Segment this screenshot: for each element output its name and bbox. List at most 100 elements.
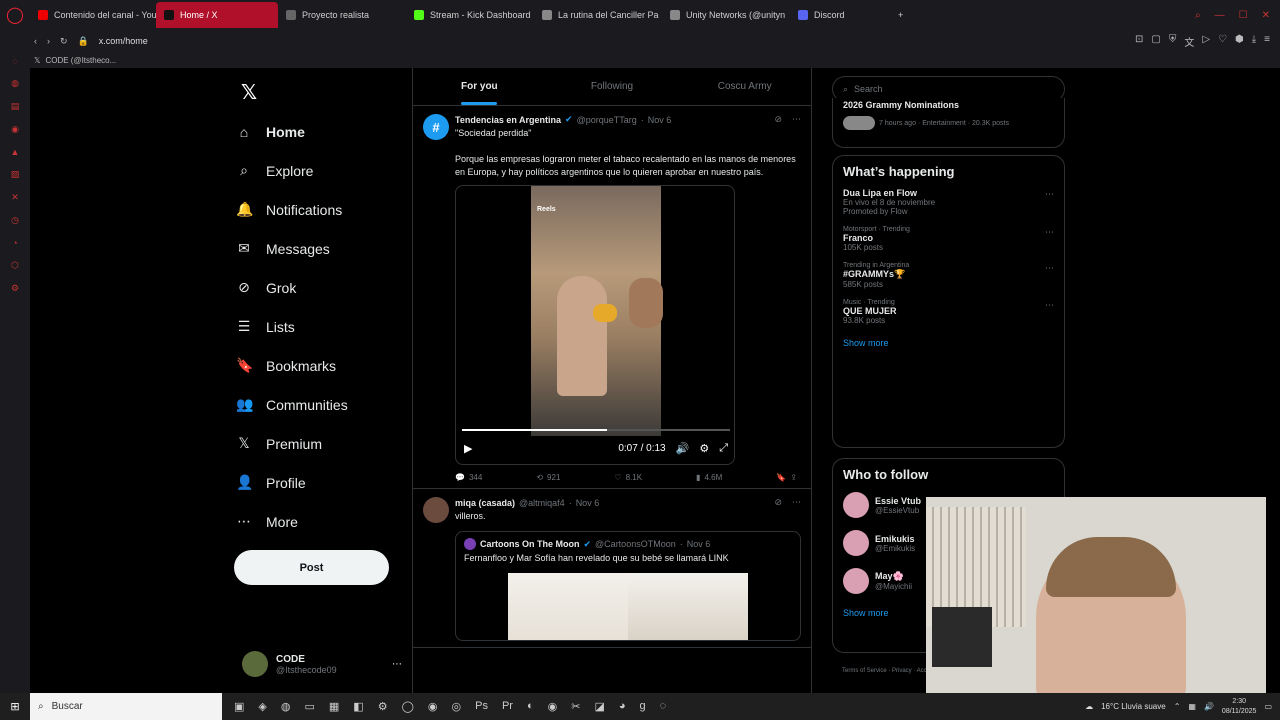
- file-explorer-icon[interactable]: ▭: [304, 700, 314, 713]
- sidebar-messenger-icon[interactable]: ◍: [11, 78, 19, 89]
- maximize-icon[interactable]: ☐: [1239, 10, 1248, 21]
- task-view-icon[interactable]: ▣: [234, 700, 244, 713]
- nav-item-grok[interactable]: ⊘ Grok: [236, 268, 416, 307]
- more-dots-icon[interactable]: ⋯: [792, 497, 801, 508]
- nav-item-premium[interactable]: 𝕏 Premium: [236, 424, 416, 463]
- tweet-author-name[interactable]: miqa (casada): [455, 498, 515, 508]
- fullscreen-icon[interactable]: ⤢: [719, 442, 728, 455]
- sidebar-kick-icon[interactable]: ▲: [11, 147, 20, 157]
- app2-icon[interactable]: ◌: [660, 700, 667, 713]
- share-icon[interactable]: ⇪: [790, 473, 797, 482]
- discord-icon[interactable]: ◕: [619, 700, 626, 713]
- new-tab-icon[interactable]: +: [890, 2, 911, 28]
- chevron-up-icon[interactable]: ⌃: [1174, 702, 1181, 711]
- volume-icon[interactable]: 🔊: [1204, 702, 1214, 711]
- browser-tab[interactable]: La rutina del Canciller Pa: [534, 2, 662, 28]
- account-switcher[interactable]: CODE @Itsthecode09 ⋯: [242, 651, 402, 677]
- heart-icon[interactable]: ♡: [1218, 34, 1227, 49]
- extension-icon[interactable]: ⬢: [1235, 34, 1244, 49]
- play-icon[interactable]: ▷: [1202, 34, 1210, 49]
- tweet-author-handle[interactable]: @altmiqaf4: [519, 498, 565, 508]
- volume-icon[interactable]: 🔊: [676, 442, 690, 455]
- close-icon[interactable]: ✕: [1262, 10, 1270, 21]
- sidebar-settings-icon[interactable]: ⚙: [11, 283, 19, 294]
- opera-icon[interactable]: ◯: [402, 700, 414, 713]
- browser-tab[interactable]: Discord: [790, 2, 890, 28]
- tweet-author-handle[interactable]: @porqueTTarg: [577, 115, 637, 125]
- sidebar-flow-icon[interactable]: ◌: [12, 56, 17, 66]
- capcut-icon[interactable]: ✂: [571, 700, 580, 713]
- browser-tab[interactable]: Stream - Kick Dashboard: [406, 2, 534, 28]
- browser-tab[interactable]: Proyecto realista: [278, 2, 406, 28]
- nav-item-bookmarks[interactable]: 🔖 Bookmarks: [236, 346, 416, 385]
- nav-item-more[interactable]: ⋯ More: [236, 502, 416, 541]
- g-app-icon[interactable]: g: [640, 700, 646, 713]
- tweet[interactable]: miqa (casada) @altmiqaf4 · Nov 6 ⊘ ⋯ vil…: [413, 489, 811, 648]
- grok-icon[interactable]: ⊘: [774, 114, 782, 125]
- video-progress-bar[interactable]: [462, 429, 730, 431]
- premiere-icon[interactable]: Pr: [502, 700, 513, 713]
- tweet-date[interactable]: Nov 6: [648, 115, 672, 125]
- opera-gx-logo-icon[interactable]: ◯: [0, 0, 30, 30]
- bookmark-page-icon[interactable]: ⊡: [1135, 34, 1143, 49]
- shield-icon[interactable]: ⛨: [1169, 34, 1177, 49]
- settings-icon[interactable]: ⚙: [378, 700, 388, 713]
- nav-item-explore[interactable]: ⌕ Explore: [236, 151, 416, 190]
- tweet[interactable]: # Tendencias en Argentina ✔ @porqueTTarg…: [413, 106, 811, 489]
- weather-text[interactable]: 16°C Lluvia suave: [1101, 702, 1166, 711]
- more-dots-icon[interactable]: ⋯: [1045, 227, 1054, 238]
- back-icon[interactable]: ‹: [34, 36, 37, 46]
- sidebar-discord-icon[interactable]: ◉: [11, 124, 19, 135]
- photoshop-icon[interactable]: Ps: [475, 700, 488, 713]
- nav-item-profile[interactable]: 👤 Profile: [236, 463, 416, 502]
- play-icon[interactable]: ▶: [464, 442, 472, 455]
- post-button[interactable]: Post: [234, 550, 389, 585]
- views-button[interactable]: ▮ 4.6M: [696, 473, 722, 482]
- nav-item-home[interactable]: ⌂ Home: [236, 112, 416, 151]
- sidebar-x-icon[interactable]: ✕: [11, 192, 19, 203]
- bookmark-icon[interactable]: 🔖: [776, 473, 786, 482]
- reload-icon[interactable]: ↻: [60, 36, 68, 47]
- tab-for-you[interactable]: For you: [413, 68, 546, 105]
- trend-item[interactable]: Motorsport · Trending Franco 105K posts ⋯: [833, 221, 1064, 257]
- quoted-tweet[interactable]: Cartoons On The Moon ✔ @CartoonsOTMoon ·…: [455, 531, 801, 641]
- forward-icon[interactable]: ›: [47, 36, 50, 46]
- edge-icon[interactable]: ◍: [281, 700, 291, 713]
- url-field[interactable]: x.com/home: [99, 36, 148, 46]
- nav-item-messages[interactable]: ✉ Messages: [236, 229, 416, 268]
- grok-icon[interactable]: ⊘: [774, 497, 782, 508]
- show-more-link[interactable]: Show more: [833, 330, 1064, 356]
- repost-button[interactable]: ⟲ 921: [536, 473, 560, 482]
- video-player[interactable]: Reels ▶ 0:07 / 0:13 🔊 ⚙ ⤢: [455, 185, 735, 465]
- trend-item[interactable]: Music · Trending QUE MUJER 93.8K posts ⋯: [833, 294, 1064, 330]
- sidebar-clock-icon[interactable]: ◔: [12, 238, 17, 248]
- sidebar-history-icon[interactable]: ◷: [11, 215, 19, 226]
- x-logo-icon[interactable]: 𝕏: [241, 80, 257, 105]
- clock[interactable]: 2:30 08/11/2025: [1222, 697, 1257, 717]
- pinned-page-tab[interactable]: 𝕏 CODE (@Itstheco...: [0, 52, 1280, 68]
- more-dots-icon[interactable]: ⋯: [1045, 189, 1054, 200]
- obs-icon[interactable]: ◎: [452, 700, 462, 713]
- like-button[interactable]: ♡ 8.1K: [614, 473, 642, 482]
- copilot-icon[interactable]: ◈: [258, 700, 266, 713]
- avatar[interactable]: [423, 497, 449, 523]
- browser-tab[interactable]: Unity Networks (@unityn: [662, 2, 790, 28]
- windows-start-icon[interactable]: ⊞: [0, 693, 30, 720]
- chrome-icon[interactable]: ◉: [428, 700, 438, 713]
- nav-item-communities[interactable]: 👥 Communities: [236, 385, 416, 424]
- sidebar-cube-icon[interactable]: ⬡: [11, 260, 19, 271]
- tab-following[interactable]: Following: [546, 68, 679, 105]
- browser-tab[interactable]: Contenido del canal - You: [30, 2, 156, 28]
- browser-tab[interactable]: Home / X: [156, 2, 278, 28]
- notification-icon[interactable]: ▭: [1264, 702, 1272, 711]
- translate-icon[interactable]: 文: [1184, 34, 1194, 49]
- settings-gear-icon[interactable]: ⚙: [699, 442, 709, 455]
- outlook-icon[interactable]: ◧: [353, 700, 363, 713]
- nav-item-lists[interactable]: ☰ Lists: [236, 307, 416, 346]
- trend-item[interactable]: Dua Lipa en Flow En vivo el 8 de noviembr…: [833, 183, 1064, 221]
- tab-coscu-army[interactable]: Coscu Army: [678, 68, 811, 105]
- trend-item[interactable]: Trending in Argentina #GRAMMYs🏆 585K posts…: [833, 257, 1064, 294]
- minimize-icon[interactable]: —: [1215, 10, 1225, 21]
- spotify-icon[interactable]: ◉: [548, 700, 558, 713]
- tweet-date[interactable]: Nov 6: [576, 498, 600, 508]
